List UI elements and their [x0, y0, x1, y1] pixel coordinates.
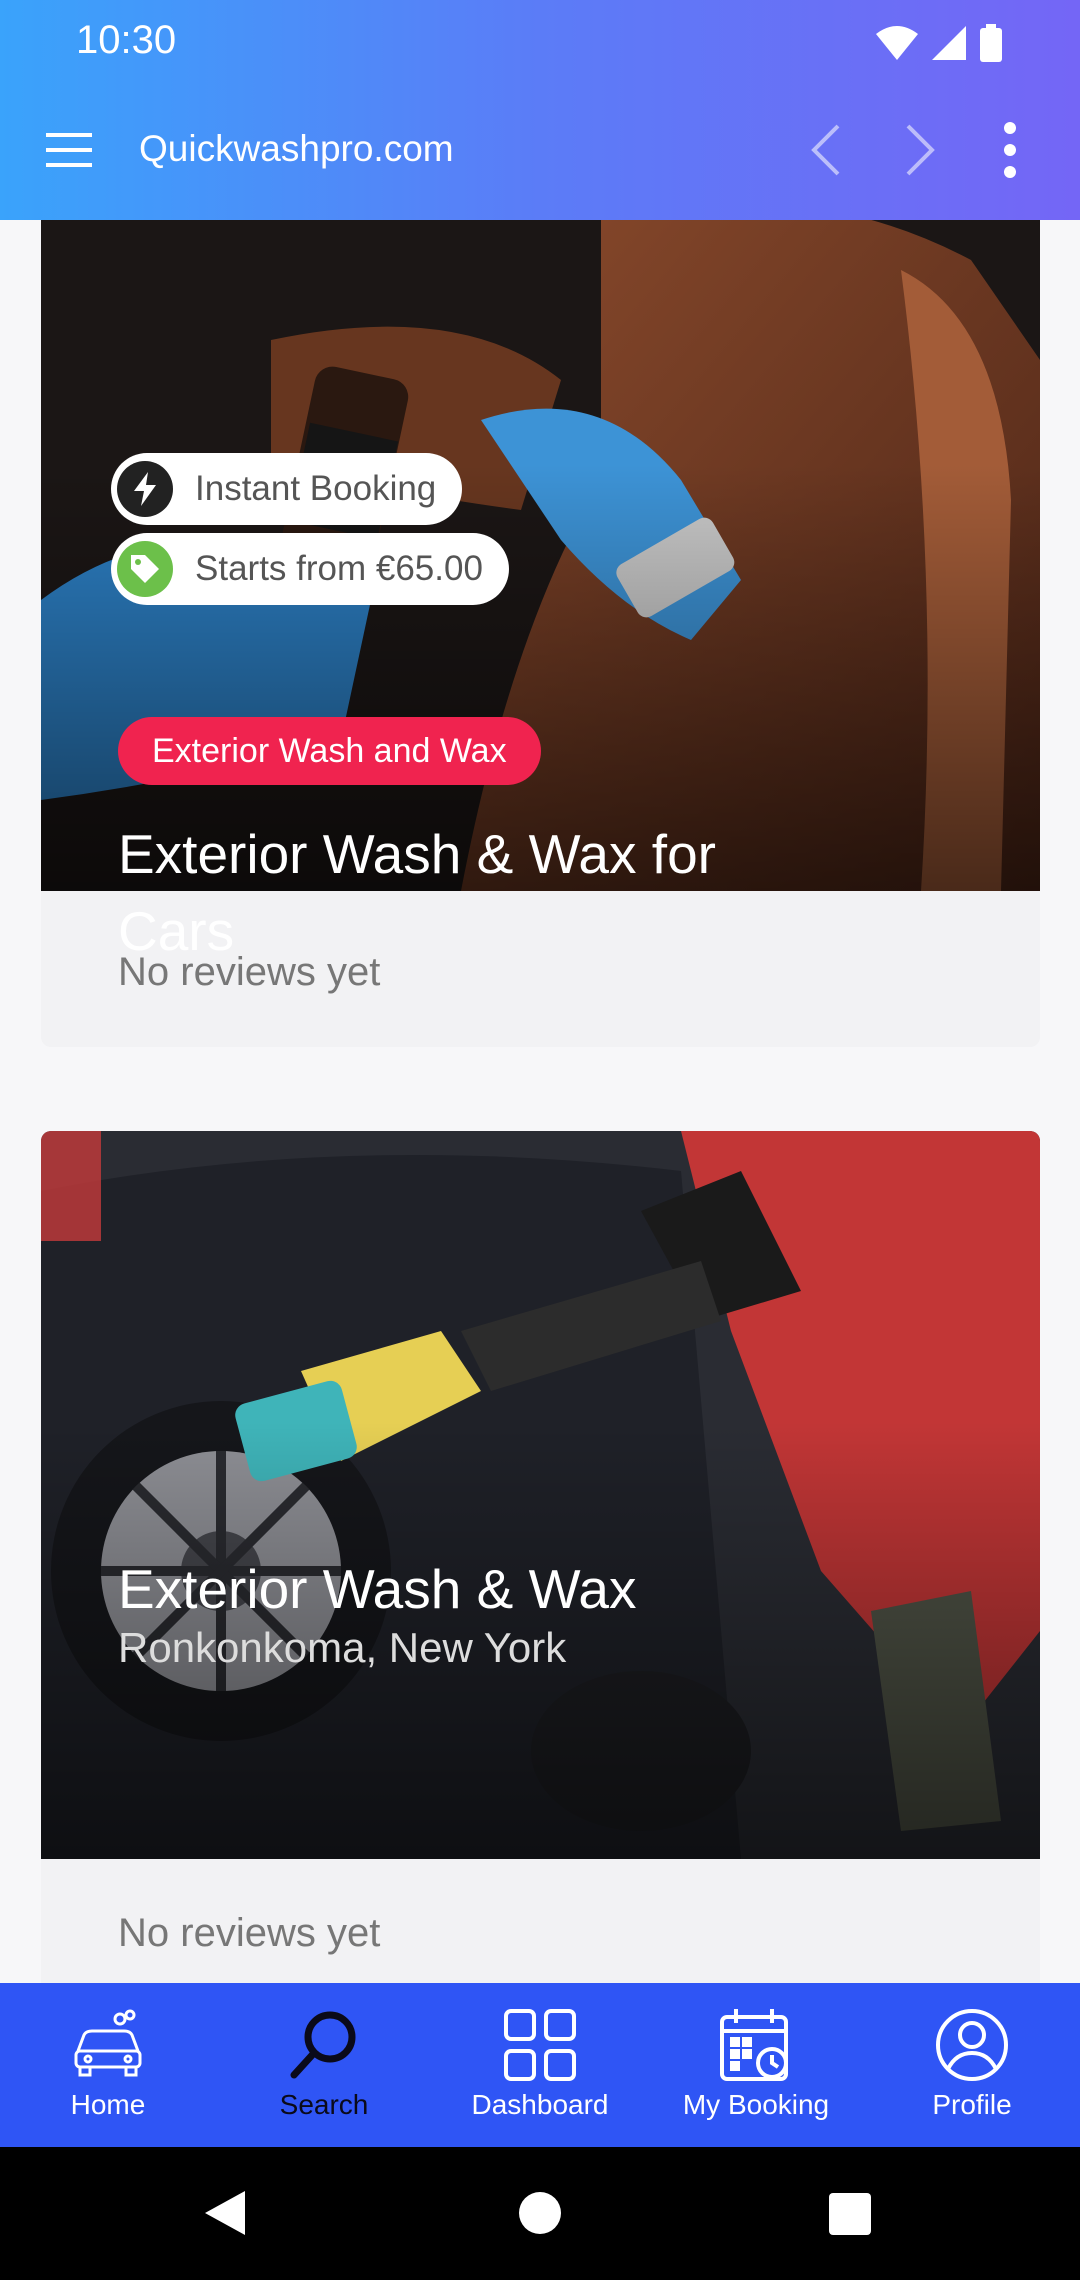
nav-label: Dashboard	[471, 2089, 609, 2120]
user-circle-icon	[936, 2009, 1008, 2081]
listing-photo	[41, 1131, 1040, 1859]
nav-home[interactable]: Home	[0, 1983, 216, 2147]
nav-label: Search	[279, 2089, 369, 2120]
nav-search[interactable]: Search	[216, 1983, 432, 2147]
listing-card[interactable]: Exterior Wash & Wax Ronkonkoma, New York…	[41, 1131, 1040, 1983]
price-badge: Starts from €65.00	[111, 533, 509, 605]
bottom-navigation: Home Search Dashboard My Booking Profile	[0, 1983, 1080, 2147]
listing-location: Ronkonkoma, New York	[118, 1624, 567, 1671]
search-icon	[290, 2011, 356, 2079]
nav-label: Home	[70, 2089, 146, 2120]
listing-title[interactable]: Exterior Wash & Wax for Cars	[118, 816, 818, 970]
system-back-icon[interactable]	[205, 2191, 245, 2235]
listing-card[interactable]: Instant Booking Starts from €65.00 Exter…	[41, 220, 1040, 1047]
system-recents-icon[interactable]	[829, 2193, 871, 2235]
reviews-status: No reviews yet	[118, 950, 381, 994]
nav-label: My Booking	[682, 2089, 830, 2120]
category-tag[interactable]: Exterior Wash and Wax	[118, 717, 541, 785]
wifi-icon	[876, 26, 918, 60]
nav-profile[interactable]: Profile	[864, 1983, 1080, 2147]
more-vert-icon[interactable]	[994, 118, 1026, 182]
forward-icon[interactable]	[900, 122, 940, 178]
calendar-clock-icon	[720, 2009, 788, 2081]
signal-icon	[932, 26, 966, 60]
battery-icon	[980, 24, 1002, 62]
system-home-icon[interactable]	[519, 2192, 561, 2234]
nav-dashboard[interactable]: Dashboard	[432, 1983, 648, 2147]
nav-label: Profile	[932, 2089, 1012, 2120]
listing-feed[interactable]: Instant Booking Starts from €65.00 Exter…	[0, 220, 1080, 1983]
top-app-bar: 10:30 Quickwashpro.com	[0, 0, 1080, 220]
back-icon[interactable]	[806, 122, 846, 178]
car-icon	[74, 2009, 142, 2077]
reviews-status: No reviews yet	[118, 1911, 381, 1955]
menu-icon[interactable]	[44, 125, 94, 175]
grid-icon	[504, 2009, 576, 2081]
system-navigation-bar	[0, 2147, 1080, 2280]
listing-title[interactable]: Exterior Wash & Wax	[118, 1551, 818, 1628]
badge-label: Instant Booking	[195, 469, 437, 508]
price-tag-icon	[117, 541, 173, 597]
page-title: Quickwashpro.com	[139, 128, 454, 169]
badge-label: Starts from €65.00	[195, 549, 483, 588]
instant-booking-badge: Instant Booking	[111, 453, 463, 525]
lightning-icon	[117, 461, 173, 517]
status-icons	[876, 24, 1002, 62]
nav-my-booking[interactable]: My Booking	[648, 1983, 864, 2147]
status-time: 10:30	[76, 18, 177, 62]
